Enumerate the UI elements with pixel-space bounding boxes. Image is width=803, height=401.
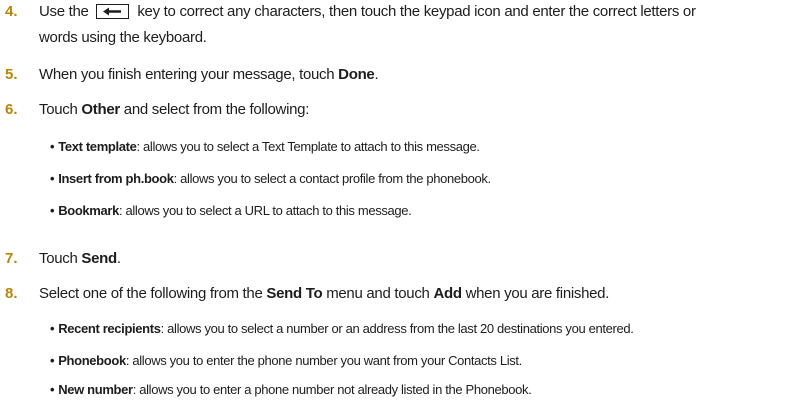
step-text-pre: When you finish entering your message, t… xyxy=(39,66,339,83)
bullet: • xyxy=(50,353,55,368)
bullet-desc: : allows you to select a URL to attach t… xyxy=(118,203,412,218)
instruction-page: 4. Use the key to correct any characters… xyxy=(0,0,803,401)
list-item: • Recent recipients: allows you to select… xyxy=(50,320,797,338)
other-label: Other xyxy=(81,101,120,118)
step-number: 8. xyxy=(5,285,18,302)
step-number: 4. xyxy=(5,3,18,20)
step-text: Use the key to correct any characters, t… xyxy=(39,2,797,22)
bullet-desc: : allows you to select a contact profile… xyxy=(173,171,492,186)
step-number: 6. xyxy=(5,101,18,118)
step-text: When you finish entering your message, t… xyxy=(39,65,797,85)
bullet-term: Phonebook xyxy=(58,353,126,368)
backspace-arrow-icon xyxy=(96,4,130,19)
step-text-post: . xyxy=(116,250,121,267)
bullet: • xyxy=(50,171,55,186)
done-label: Done xyxy=(338,66,375,83)
add-label: Add xyxy=(433,285,462,302)
step-text-post: when you are finished. xyxy=(461,285,610,302)
step-text: Touch Other and select from the followin… xyxy=(39,100,797,120)
list-item: • Phonebook: allows you to enter the phon… xyxy=(50,352,797,370)
bullet-desc: : allows you to enter the phone number y… xyxy=(125,353,522,368)
bullet-desc: : allows you to select a number or an ad… xyxy=(160,321,634,336)
bullet-term: New number xyxy=(58,382,133,397)
step-text: Touch Send. xyxy=(39,249,797,269)
step-number: 7. xyxy=(5,250,18,267)
step-text-pre: Use the xyxy=(39,3,89,20)
list-item: • Insert from ph.book: allows you to sele… xyxy=(50,170,797,188)
bullet-term: Insert from ph.book xyxy=(58,171,174,186)
bullet-term: Text template xyxy=(58,139,137,154)
step-text-post: . xyxy=(374,66,379,83)
bullet: • xyxy=(50,321,55,336)
send-to-label: Send To xyxy=(266,285,323,302)
bullet-term: Bookmark xyxy=(58,203,119,218)
bullet-term: Recent recipients xyxy=(58,321,161,336)
step-text-pre: Touch xyxy=(39,101,82,118)
step-text-post: key to correct any characters, then touc… xyxy=(137,3,696,20)
bullet-desc: : allows you to select a Text Template t… xyxy=(136,139,480,154)
list-item: • Bookmark: allows you to select a URL to… xyxy=(50,202,797,220)
bullet-desc: : allows you to enter a phone number not… xyxy=(132,382,532,397)
bullet: • xyxy=(50,139,55,154)
list-item: • Text template: allows you to select a T… xyxy=(50,138,797,156)
step-text-pre: Select one of the following from the xyxy=(39,285,267,302)
bullet: • xyxy=(50,382,55,397)
send-label: Send xyxy=(81,250,117,267)
step-text-post: and select from the following: xyxy=(119,101,310,118)
step-number: 5. xyxy=(5,66,18,83)
step-text-pre: Touch xyxy=(39,250,82,267)
step-text-continued: words using the keyboard. xyxy=(39,29,207,46)
step-text: Select one of the following from the Sen… xyxy=(39,284,797,304)
step-text-mid: menu and touch xyxy=(322,285,434,302)
bullet: • xyxy=(50,203,55,218)
list-item: • New number: allows you to enter a phone… xyxy=(50,381,797,399)
